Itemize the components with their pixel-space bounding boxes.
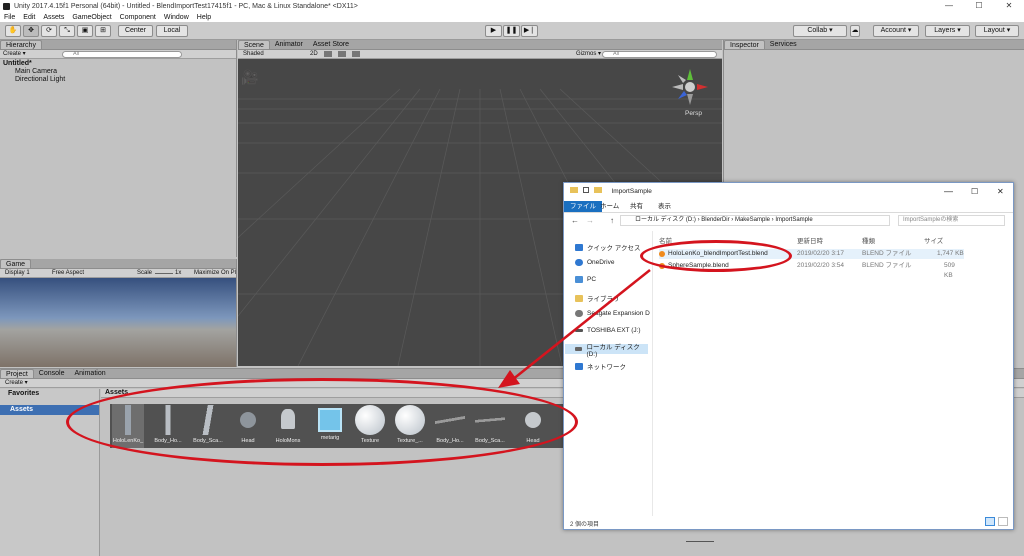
hierarchy-item-directional-light[interactable]: Directional Light [0, 76, 236, 84]
ribbon-tab-share[interactable]: 共有 [624, 201, 649, 212]
hierarchy-search-input[interactable]: All [62, 51, 182, 58]
menu-gameobject[interactable]: GameObject [72, 14, 111, 21]
menu-assets[interactable]: Assets [43, 14, 64, 21]
play-button[interactable]: ▶ [485, 25, 502, 37]
space-local-button[interactable]: Local [156, 25, 188, 37]
aspect-dropdown[interactable]: Free Aspect [52, 269, 84, 277]
scale-tool-icon[interactable]: ⤡ [59, 25, 75, 37]
scale-slider[interactable] [155, 273, 173, 274]
scene-root[interactable]: Untitled* [0, 59, 236, 68]
hand-tool-icon[interactable]: ✋ [5, 25, 21, 37]
explorer-minimize-button[interactable]: — [944, 183, 953, 200]
thumbnail-size-slider[interactable] [686, 541, 714, 542]
display-dropdown[interactable]: Display 1 [5, 269, 30, 277]
column-modified[interactable]: 更新日時 [797, 235, 823, 245]
item-count-status: 2 個の項目 [570, 522, 600, 528]
explorer-search-input[interactable]: ImportSampleの検索 [898, 215, 1005, 226]
window-title: Unity 2017.4.15f1 Personal (64bit) - Unt… [14, 2, 358, 10]
explorer-maximize-button[interactable]: ☐ [971, 183, 978, 200]
shading-dropdown[interactable]: Shaded [243, 50, 264, 58]
step-button[interactable]: ▶❘ [521, 25, 538, 37]
menu-bar: File Edit Assets GameObject Component Wi… [0, 12, 1024, 22]
scene-search-input[interactable]: All [602, 51, 717, 58]
menu-edit[interactable]: Edit [23, 14, 35, 21]
explorer-title: ImportSample [611, 188, 652, 195]
menu-window[interactable]: Window [164, 14, 189, 21]
menu-component[interactable]: Component [120, 14, 156, 21]
layout-dropdown[interactable]: Layout ▾ [975, 25, 1019, 37]
audio-toggle-icon[interactable] [338, 51, 346, 57]
breadcrumb-makesample[interactable]: MakeSample [735, 217, 770, 223]
menu-help[interactable]: Help [197, 14, 211, 21]
tab-asset-store[interactable]: Asset Store [308, 40, 354, 49]
tab-console[interactable]: Console [34, 369, 70, 378]
breadcrumb-importsample[interactable]: ImportSample [775, 217, 812, 223]
new-folder-icon[interactable] [593, 187, 602, 193]
game-view[interactable] [0, 278, 236, 367]
orientation-gizmo-icon[interactable] [670, 67, 710, 107]
address-bar[interactable]: ローカル ディスク (D:) › BlenderDir › MakeSample… [620, 215, 890, 226]
nav-quick-access[interactable]: クイック アクセス [575, 242, 640, 252]
camera-gizmo-icon[interactable]: 🎥 [241, 69, 258, 86]
persp-label[interactable]: Persp [685, 110, 702, 117]
minimize-button[interactable]: — [934, 0, 964, 12]
tab-project[interactable]: Project [0, 369, 34, 378]
account-dropdown[interactable]: Account ▾ [873, 25, 919, 37]
forward-arrow-icon[interactable]: → [586, 216, 594, 225]
breadcrumb-drive[interactable]: ローカル ディスク (D:) [635, 217, 696, 223]
transform-tool-icon[interactable]: ⊞ [95, 25, 111, 37]
hierarchy-panel: Hierarchy Create ▾ All Untitled* Main Ca… [0, 40, 237, 257]
unity-logo-icon [3, 2, 10, 10]
up-arrow-icon[interactable]: ↑ [610, 216, 614, 225]
rotate-tool-icon[interactable]: ⟳ [41, 25, 57, 37]
maximize-on-play-toggle[interactable]: Maximize On Pl [194, 269, 236, 277]
rect-tool-icon[interactable]: ▣ [77, 25, 93, 37]
details-view-icon[interactable] [985, 517, 995, 526]
explorer-close-button[interactable]: ✕ [997, 183, 1004, 200]
close-button[interactable]: ✕ [994, 0, 1024, 12]
ribbon-tab-view[interactable]: 表示 [652, 201, 677, 212]
menu-file[interactable]: File [4, 14, 15, 21]
main-toolbar: ✋ ✥ ⟳ ⤡ ▣ ⊞ Center Local ▶ ❚❚ ▶❘ Collab … [0, 22, 1024, 40]
tab-animation[interactable]: Animation [69, 369, 110, 378]
drag-arrow-icon [498, 269, 651, 388]
explorer-titlebar: ImportSample — ☐ ✕ [564, 183, 1013, 200]
gizmos-dropdown[interactable]: Gizmos ▾ [576, 50, 601, 58]
scale-label: Scale [137, 270, 153, 276]
folder-icon [570, 187, 578, 193]
column-type[interactable]: 種類 [862, 235, 875, 245]
favorites-folder[interactable]: Favorites [0, 389, 99, 399]
tab-hierarchy[interactable]: Hierarchy [0, 40, 42, 49]
tab-services[interactable]: Services [765, 40, 802, 49]
column-size[interactable]: サイズ [924, 235, 943, 245]
star-icon [575, 243, 583, 251]
pause-button[interactable]: ❚❚ [503, 25, 520, 37]
cloud-icon[interactable]: ☁ [850, 25, 860, 37]
game-panel: Game Display 1 Free Aspect Scale 1x Maxi… [0, 259, 237, 367]
title-bar: Unity 2017.4.15f1 Personal (64bit) - Unt… [0, 0, 1024, 12]
breadcrumb-blenderdir[interactable]: BlenderDir [701, 217, 729, 223]
tab-inspector[interactable]: Inspector [724, 40, 765, 49]
move-tool-icon[interactable]: ✥ [23, 25, 39, 37]
layers-dropdown[interactable]: Layers ▾ [925, 25, 970, 37]
mode-2d-toggle[interactable]: 2D [310, 50, 318, 58]
hierarchy-item-main-camera[interactable]: Main Camera [0, 68, 236, 76]
lighting-toggle-icon[interactable] [324, 51, 332, 57]
maximize-button[interactable]: ☐ [964, 0, 994, 12]
effects-toggle-icon[interactable] [352, 51, 360, 57]
project-create-button[interactable]: Create ▾ [5, 379, 28, 387]
tab-scene[interactable]: Scene [238, 40, 270, 49]
properties-icon[interactable] [582, 187, 589, 193]
tab-game[interactable]: Game [0, 259, 32, 268]
hierarchy-create-button[interactable]: Create ▾ [3, 50, 26, 58]
scale-value: 1x [175, 270, 182, 276]
back-arrow-icon[interactable]: ← [571, 216, 579, 225]
large-icons-view-icon[interactable] [998, 517, 1008, 526]
ribbon-tab-home[interactable]: ホーム [594, 201, 625, 212]
tab-animator[interactable]: Animator [270, 40, 308, 49]
collab-button[interactable]: Collab ▾ [793, 25, 847, 37]
pivot-center-button[interactable]: Center [118, 25, 153, 37]
